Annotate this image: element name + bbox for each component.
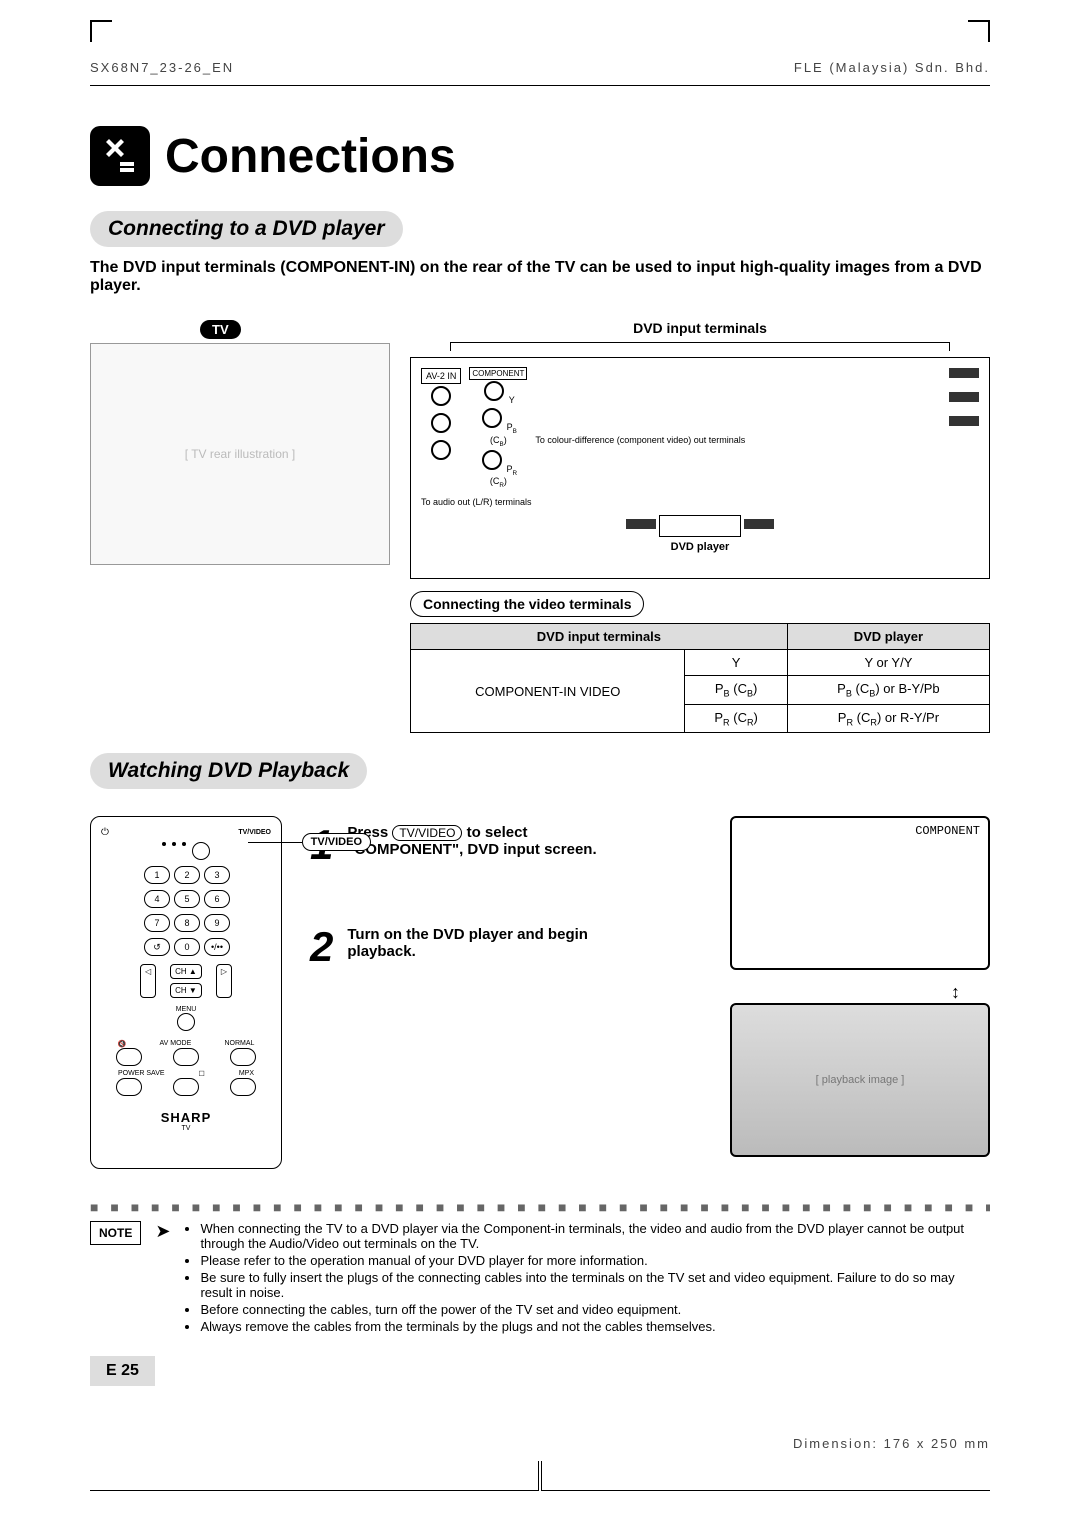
section-heading-connecting: Connecting to a DVD player (90, 211, 403, 247)
callout-label: TV/VIDEO (302, 833, 371, 851)
terminals-title: DVD input terminals (410, 320, 990, 336)
note-item: When connecting the TV to a DVD player v… (200, 1221, 990, 1251)
keypad-flashback: ↺ (144, 938, 170, 956)
section-heading-watching: Watching DVD Playback (90, 753, 367, 789)
th-player: DVD player (787, 624, 989, 650)
plug-icon (949, 368, 979, 378)
td-out: PB (CB) or B-Y/Pb (787, 676, 989, 705)
notes-list: When connecting the TV to a DVD player v… (184, 1221, 990, 1336)
keypad-2: 2 (174, 866, 200, 884)
vol-button-icon: ◁ (140, 964, 156, 998)
page-title: Connections (165, 129, 456, 184)
plug-icon (949, 392, 979, 402)
audio-jack-icon (431, 386, 451, 406)
y-label: Y (509, 395, 515, 405)
cc-icon: ☐ (199, 1070, 205, 1078)
brand-sub: TV (101, 1125, 271, 1132)
tvvideo-pill: TV/VIDEO (392, 825, 462, 841)
connections-icon (90, 126, 150, 186)
note-item: Be sure to fully insert the plugs of the… (200, 1270, 990, 1300)
av2-label: AV-2 IN (421, 368, 461, 384)
terminals-diagram: AV-2 IN COMPONENT Y PB(CB) PR(CR) (410, 357, 990, 579)
keypad-1: 1 (144, 866, 170, 884)
td-out: Y or Y/Y (787, 650, 989, 676)
menu-label: MENU (101, 1006, 271, 1013)
mpx-label: MPX (239, 1070, 254, 1078)
normal-label: NORMAL (224, 1040, 254, 1048)
table-caption: Connecting the video terminals (410, 591, 644, 617)
dvd-player-label: DVD player (421, 541, 979, 553)
audio-jack-icon (431, 440, 451, 460)
header-right: FLE (Malaysia) Sdn. Bhd. (794, 60, 990, 75)
keypad-digits: •/•• (204, 938, 230, 956)
video-jack-icon (482, 450, 502, 470)
note-arrow-icon: ➤ (155, 1221, 170, 1336)
tv-label: TV (200, 320, 241, 339)
crop-mark (968, 20, 990, 42)
tv-screen-component: COMPONENT (730, 816, 990, 970)
note-item: Always remove the cables from the termin… (200, 1319, 990, 1334)
screen-tag: COMPONENT (915, 824, 980, 838)
crop-mark (90, 20, 112, 42)
header-left: SX68N7_23-26_EN (90, 60, 234, 75)
component-label: COMPONENT (469, 367, 527, 380)
tvvideo-button-icon (192, 842, 210, 860)
note-item: Please refer to the operation manual of … (200, 1253, 990, 1268)
video-jack-icon (482, 408, 502, 428)
avmode-label: AV MODE (160, 1040, 192, 1048)
audio-note: To audio out (L/R) terminals (421, 497, 979, 507)
keypad-3: 3 (204, 866, 230, 884)
note-separator: ■ ■ ■ ■ ■ ■ ■ ■ ■ ■ ■ ■ ■ ■ ■ ■ ■ ■ ■ ■ … (90, 1199, 990, 1215)
dimension-note: Dimension: 176 x 250 mm (90, 1436, 990, 1451)
keypad-6: 6 (204, 890, 230, 908)
step-2-text: Turn on the DVD player and begin playbac… (347, 926, 607, 968)
video-note: To colour-difference (component video) o… (535, 435, 979, 445)
brand-label: SHARP (101, 1110, 271, 1125)
bottom-crop (90, 1461, 990, 1491)
th-input: DVD input terminals (411, 624, 788, 650)
keypad-0: 0 (174, 938, 200, 956)
plug-icon (744, 519, 774, 529)
keypad-8: 8 (174, 914, 200, 932)
note-item: Before connecting the cables, turn off t… (200, 1302, 990, 1317)
td-in: PB (CB) (685, 676, 787, 705)
tv-screen-playback: [ playback image ] (730, 1003, 990, 1157)
ch-down-button: CH ▼ (170, 983, 202, 998)
connection-table: DVD input terminals DVD player COMPONENT… (410, 623, 990, 733)
keypad-7: 7 (144, 914, 170, 932)
bracket (450, 342, 950, 351)
keypad-9: 9 (204, 914, 230, 932)
mute-icon: 🔇 (118, 1040, 127, 1048)
keypad-4: 4 (144, 890, 170, 908)
td-in: Y (685, 650, 787, 676)
remote-illustration: TV/VIDEO ⏻ TV/VIDEO 1 2 3 4 5 6 7 8 9 ↺ … (90, 816, 282, 1169)
td-out: PR (CR) or R-Y/Pr (787, 704, 989, 733)
tv-illustration: [ TV rear illustration ] (90, 343, 390, 565)
plug-icon (626, 519, 656, 529)
audio-jack-icon (431, 413, 451, 433)
dvd-player-icon (659, 515, 741, 537)
ch-up-button: CH ▲ (170, 964, 202, 979)
keypad-5: 5 (174, 890, 200, 908)
page-number: E 25 (90, 1356, 155, 1386)
video-jack-icon (484, 381, 504, 401)
up-down-arrow-icon: ↕ (730, 982, 990, 1003)
note-badge: NOTE (90, 1221, 141, 1245)
step-1-text: Press TV/VIDEO to select "COMPONENT", DV… (347, 824, 607, 866)
menu-button-icon (177, 1013, 195, 1031)
vol-button-icon: ▷ (216, 964, 232, 998)
step-number-2: 2 (310, 926, 333, 968)
powersave-label: POWER SAVE (118, 1070, 165, 1078)
plug-icon (949, 416, 979, 426)
td-component-video: COMPONENT-IN VIDEO (411, 650, 685, 733)
section-intro: The DVD input terminals (COMPONENT-IN) o… (90, 259, 990, 295)
td-in: PR (CR) (685, 704, 787, 733)
header-rule (90, 85, 990, 86)
tvvideo-callout: TV/VIDEO (248, 833, 371, 851)
